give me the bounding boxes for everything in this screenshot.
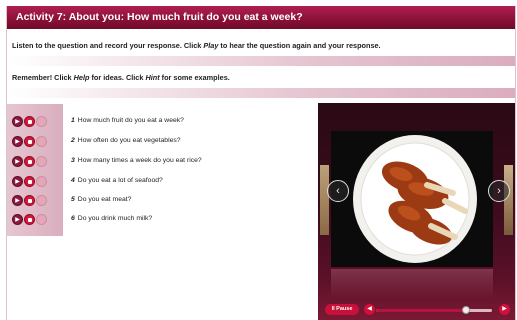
record-icon bbox=[27, 198, 32, 203]
instruction-text: to hear the question again and your resp… bbox=[218, 41, 381, 50]
question-item: 1 How much fruit do you eat a week? bbox=[71, 117, 184, 124]
question-item: 2 How often do you eat vegetables? bbox=[71, 137, 181, 144]
question-text: How often do you eat vegetables? bbox=[77, 137, 181, 144]
media-control-bar: II Pause ◀ ▶ bbox=[318, 301, 515, 320]
question-text: How many times a week do you eat rice? bbox=[77, 157, 202, 164]
playback-button[interactable] bbox=[36, 176, 47, 187]
instruction-text: for some examples. bbox=[159, 73, 230, 82]
question-text: Do you drink much milk? bbox=[77, 215, 153, 222]
instruction-remember: Remember! Click Help for ideas. Click Hi… bbox=[12, 73, 230, 82]
record-button[interactable] bbox=[24, 156, 35, 167]
question-text: How much fruit do you eat a week? bbox=[77, 117, 184, 124]
question-item: 5 Do you eat meat? bbox=[71, 196, 131, 203]
question-item: 4 Do you eat a lot of seafood? bbox=[71, 177, 163, 184]
playback-button[interactable] bbox=[36, 136, 47, 147]
progress-knob[interactable] bbox=[462, 306, 471, 314]
play-button[interactable]: ▶ bbox=[12, 214, 23, 225]
question-number: 3 bbox=[71, 157, 75, 164]
pause-button[interactable]: II Pause bbox=[325, 304, 359, 315]
playback-button[interactable] bbox=[36, 214, 47, 225]
divider-band bbox=[7, 88, 515, 98]
record-button[interactable] bbox=[24, 214, 35, 225]
question-item: 3 How many times a week do you eat rice? bbox=[71, 157, 202, 164]
instruction-text: Listen to the question and record your r… bbox=[12, 41, 204, 50]
record-icon bbox=[27, 217, 32, 222]
rewind-button[interactable]: ◀ bbox=[364, 304, 375, 315]
question-text: Do you eat a lot of seafood? bbox=[77, 177, 163, 184]
instruction-help-word: Help bbox=[73, 73, 90, 82]
food-photo bbox=[331, 131, 493, 267]
progress-fill bbox=[376, 309, 467, 312]
forward-button[interactable]: ▶ bbox=[499, 304, 510, 315]
play-button[interactable]: ▶ bbox=[12, 156, 23, 167]
record-icon bbox=[27, 119, 32, 124]
question-text: Do you eat meat? bbox=[77, 196, 132, 203]
progress-slider[interactable] bbox=[376, 306, 492, 314]
question-number: 5 bbox=[71, 196, 75, 203]
question-number: 2 bbox=[71, 137, 75, 144]
record-icon bbox=[27, 179, 32, 184]
instruction-hint-word: Hint bbox=[145, 73, 160, 82]
playback-button[interactable] bbox=[36, 156, 47, 167]
question-2-controls: ▶ bbox=[12, 136, 47, 148]
play-button[interactable]: ▶ bbox=[12, 136, 23, 147]
divider-band bbox=[7, 56, 515, 66]
question-1-controls: ▶ bbox=[12, 116, 47, 128]
instruction-text: Remember! Click bbox=[12, 73, 74, 82]
image-carousel: ‹ › II Pause ◀ ▶ bbox=[318, 103, 515, 320]
question-item: 6 Do you drink much milk? bbox=[71, 215, 152, 222]
next-image-thumbnail[interactable] bbox=[504, 165, 513, 235]
instruction-text: for ideas. Click bbox=[89, 73, 146, 82]
play-button[interactable]: ▶ bbox=[12, 176, 23, 187]
question-3-controls: ▶ bbox=[12, 156, 47, 168]
question-number: 4 bbox=[71, 177, 75, 184]
question-number: 1 bbox=[71, 117, 75, 124]
question-number: 6 bbox=[71, 215, 75, 222]
chicken-drumsticks-image bbox=[353, 135, 477, 263]
playback-button[interactable] bbox=[36, 195, 47, 206]
question-4-controls: ▶ bbox=[12, 176, 47, 188]
question-5-controls: ▶ bbox=[12, 195, 47, 207]
next-arrow-button[interactable]: › bbox=[488, 180, 510, 202]
question-6-controls: ▶ bbox=[12, 214, 47, 226]
instruction-play-word: Play bbox=[203, 41, 219, 50]
activity-title: Activity 7: About you: How much fruit do… bbox=[7, 6, 515, 29]
record-icon bbox=[27, 139, 32, 144]
play-button[interactable]: ▶ bbox=[12, 116, 23, 127]
activity-frame: Activity 7: About you: How much fruit do… bbox=[6, 6, 516, 320]
previous-arrow-button[interactable]: ‹ bbox=[327, 180, 349, 202]
record-button[interactable] bbox=[24, 176, 35, 187]
play-button[interactable]: ▶ bbox=[12, 195, 23, 206]
playback-button[interactable] bbox=[36, 116, 47, 127]
photo-reflection bbox=[331, 269, 493, 299]
record-button[interactable] bbox=[24, 136, 35, 147]
record-button[interactable] bbox=[24, 116, 35, 127]
instruction-listen: Listen to the question and record your r… bbox=[12, 41, 381, 50]
previous-image-thumbnail[interactable] bbox=[320, 165, 329, 235]
record-button[interactable] bbox=[24, 195, 35, 206]
record-icon bbox=[27, 159, 32, 164]
